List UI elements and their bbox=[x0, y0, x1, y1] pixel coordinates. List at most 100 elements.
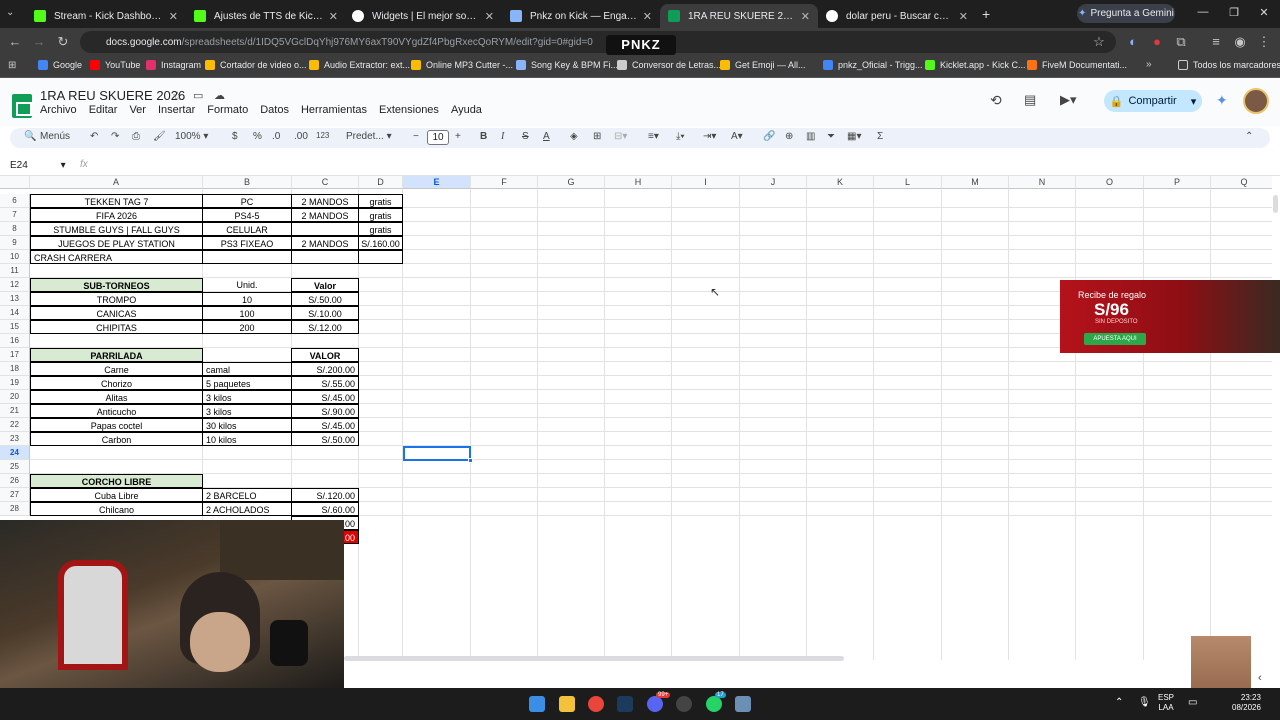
text-wrap-icon[interactable]: ⇥▾ bbox=[703, 131, 716, 142]
row-header[interactable]: 25 bbox=[0, 460, 30, 474]
more-bookmarks-icon[interactable]: » bbox=[1146, 59, 1152, 70]
row-header[interactable]: 21 bbox=[0, 404, 30, 418]
collapse-menus-icon[interactable]: ⌃ bbox=[1245, 131, 1253, 142]
column-header[interactable]: K bbox=[807, 176, 874, 189]
cell-b12[interactable]: Unid. bbox=[202, 278, 292, 292]
forward-arrow-icon[interactable]: → bbox=[31, 34, 47, 49]
cell-c8[interactable] bbox=[291, 222, 359, 236]
tab-sheets-active[interactable]: 1RA REU SKUERE 2026 - Hojas✕ bbox=[660, 4, 818, 28]
row-header[interactable]: 14 bbox=[0, 306, 30, 320]
share-button[interactable]: 🔒 Compartir ▾ bbox=[1104, 90, 1202, 112]
move-folder-icon[interactable]: ▭ bbox=[193, 89, 203, 102]
italic-icon[interactable]: I bbox=[501, 131, 504, 142]
chevron-down-icon[interactable]: ▾ bbox=[1191, 95, 1197, 108]
insert-link-icon[interactable]: 🔗 bbox=[763, 131, 775, 142]
column-header[interactable]: C bbox=[292, 176, 359, 189]
cell-a10[interactable]: CRASH CARRERA bbox=[30, 250, 203, 264]
user-avatar[interactable] bbox=[1243, 88, 1269, 114]
cell-d9[interactable]: S/.160.00 bbox=[358, 236, 403, 250]
cell-a15[interactable]: CHIPITAS bbox=[30, 320, 203, 334]
restore-window-icon[interactable]: ❐ bbox=[1224, 6, 1244, 19]
text-color-icon[interactable]: A bbox=[543, 131, 550, 142]
column-header[interactable]: A bbox=[30, 176, 203, 189]
browser-menu-icon[interactable]: ⋮ bbox=[1256, 34, 1272, 50]
cell-c23[interactable]: S/.50.00 bbox=[291, 432, 359, 446]
column-header[interactable]: D bbox=[359, 176, 403, 189]
bookmark-star-icon[interactable]: ☆ bbox=[1091, 34, 1107, 50]
font-size-input[interactable]: 10 bbox=[427, 130, 449, 145]
steam-icon[interactable] bbox=[617, 696, 633, 712]
cell-b21[interactable]: 3 kilos bbox=[202, 404, 292, 418]
vertical-scrollbar[interactable] bbox=[1273, 195, 1278, 213]
increase-decimals[interactable]: .00 bbox=[294, 131, 308, 142]
column-header[interactable]: Q bbox=[1211, 176, 1272, 189]
decrease-decimals[interactable]: .0 bbox=[272, 131, 280, 142]
column-header[interactable]: L bbox=[874, 176, 942, 189]
row-header[interactable]: 13 bbox=[0, 292, 30, 306]
percent-format[interactable]: % bbox=[253, 131, 262, 142]
bookmark-kicklet[interactable]: Kicklet.app - Kick C... bbox=[925, 60, 1026, 70]
increase-font-size-icon[interactable]: + bbox=[455, 131, 461, 142]
extension-icon[interactable]: ◐ bbox=[1125, 34, 1141, 49]
row-header[interactable]: 8 bbox=[0, 222, 30, 236]
cell-a27[interactable]: Cuba Libre bbox=[30, 488, 203, 502]
row-header[interactable]: 22 bbox=[0, 418, 30, 432]
row-header[interactable]: 18 bbox=[0, 362, 30, 376]
cell-c15[interactable]: S/.12.00 bbox=[291, 320, 359, 334]
extensions-puzzle-icon[interactable]: ⧉ bbox=[1173, 34, 1189, 50]
column-header[interactable]: H bbox=[605, 176, 672, 189]
column-header[interactable]: N bbox=[1009, 176, 1076, 189]
cell-a28[interactable]: Chilcano bbox=[30, 502, 203, 516]
cell-c6[interactable]: 2 MANDOS bbox=[291, 194, 359, 208]
cell-c12[interactable]: Valor bbox=[291, 278, 359, 292]
url-omnibox[interactable]: docs.google.com/spreadsheets/d/1IDQ5VGcl… bbox=[80, 31, 1116, 53]
bookmark-video-cutter[interactable]: Cortador de video o... bbox=[205, 60, 307, 70]
column-header-selected[interactable]: E bbox=[403, 176, 471, 189]
menu-ver[interactable]: Ver bbox=[129, 104, 146, 116]
cell-a20[interactable]: Alitas bbox=[30, 390, 203, 404]
cell-d8[interactable]: gratis bbox=[358, 222, 403, 236]
cell-a23[interactable]: Carbon bbox=[30, 432, 203, 446]
tab-tts-kickbot[interactable]: Ajustes de TTS de KickBot ✕ bbox=[186, 4, 346, 28]
column-header[interactable]: J bbox=[740, 176, 807, 189]
cell-a26[interactable]: CORCHO LIBRE bbox=[30, 474, 203, 488]
row-header[interactable]: 23 bbox=[0, 432, 30, 446]
microphone-tray-icon[interactable]: 🎙 bbox=[1138, 697, 1151, 708]
system-clock[interactable]: 23:23 08/2026 bbox=[1232, 693, 1261, 713]
all-bookmarks-folder[interactable]: Todos los marcadores bbox=[1178, 60, 1280, 70]
new-tab-plus-icon[interactable]: + bbox=[982, 6, 990, 22]
close-window-icon[interactable]: ✕ bbox=[1254, 6, 1274, 19]
tab-pnkz-engagement[interactable]: Pnkz on Kick — Engagement A✕ bbox=[502, 4, 660, 28]
menu-editar[interactable]: Editar bbox=[89, 104, 118, 116]
document-title[interactable]: 1RA REU SKUERE 2026 bbox=[40, 88, 185, 103]
borders-icon[interactable]: ⊞ bbox=[593, 131, 601, 142]
bookmark-letras[interactable]: Conversor de Letras... bbox=[617, 60, 721, 70]
row-header[interactable]: 27 bbox=[0, 488, 30, 502]
column-header[interactable]: B bbox=[203, 176, 292, 189]
apps-grid-icon[interactable]: ⊞ bbox=[8, 60, 16, 71]
network-icon[interactable]: ▭ bbox=[1188, 697, 1197, 708]
tray-chevron-up-icon[interactable]: ⌃ bbox=[1115, 697, 1123, 708]
reload-icon[interactable]: ↻ bbox=[55, 34, 71, 50]
cell-b22[interactable]: 30 kilos bbox=[202, 418, 292, 432]
horizontal-scrollbar[interactable] bbox=[344, 656, 844, 661]
file-explorer-icon[interactable] bbox=[559, 696, 575, 712]
column-header[interactable]: I bbox=[672, 176, 740, 189]
media-controls-icon[interactable]: ≡ bbox=[1208, 34, 1224, 49]
cell-a13[interactable]: TROMPO bbox=[30, 292, 203, 306]
text-rotation-icon[interactable]: A▾ bbox=[731, 131, 743, 142]
row-header[interactable]: 17 bbox=[0, 348, 30, 362]
redo-icon[interactable]: ↷ bbox=[111, 131, 119, 142]
filter-icon[interactable]: ⏷ bbox=[827, 131, 835, 142]
cell-c17[interactable]: VALOR bbox=[291, 348, 359, 362]
row-header[interactable]: 19 bbox=[0, 376, 30, 390]
bookmark-audio-extractor[interactable]: Audio Extractor: ext... bbox=[309, 60, 410, 70]
column-header[interactable]: G bbox=[538, 176, 605, 189]
cell-c27[interactable]: S/.120.00 bbox=[291, 488, 359, 502]
row-header[interactable]: 9 bbox=[0, 236, 30, 250]
cell-c13[interactable]: S/.50.00 bbox=[291, 292, 359, 306]
close-tab-icon[interactable]: ✕ bbox=[959, 10, 968, 23]
merge-cells-icon[interactable]: ⊟▾ bbox=[614, 131, 627, 142]
tab-widgets[interactable]: Widgets | El mejor software para✕ bbox=[344, 4, 502, 28]
cell-c14[interactable]: S/.10.00 bbox=[291, 306, 359, 320]
